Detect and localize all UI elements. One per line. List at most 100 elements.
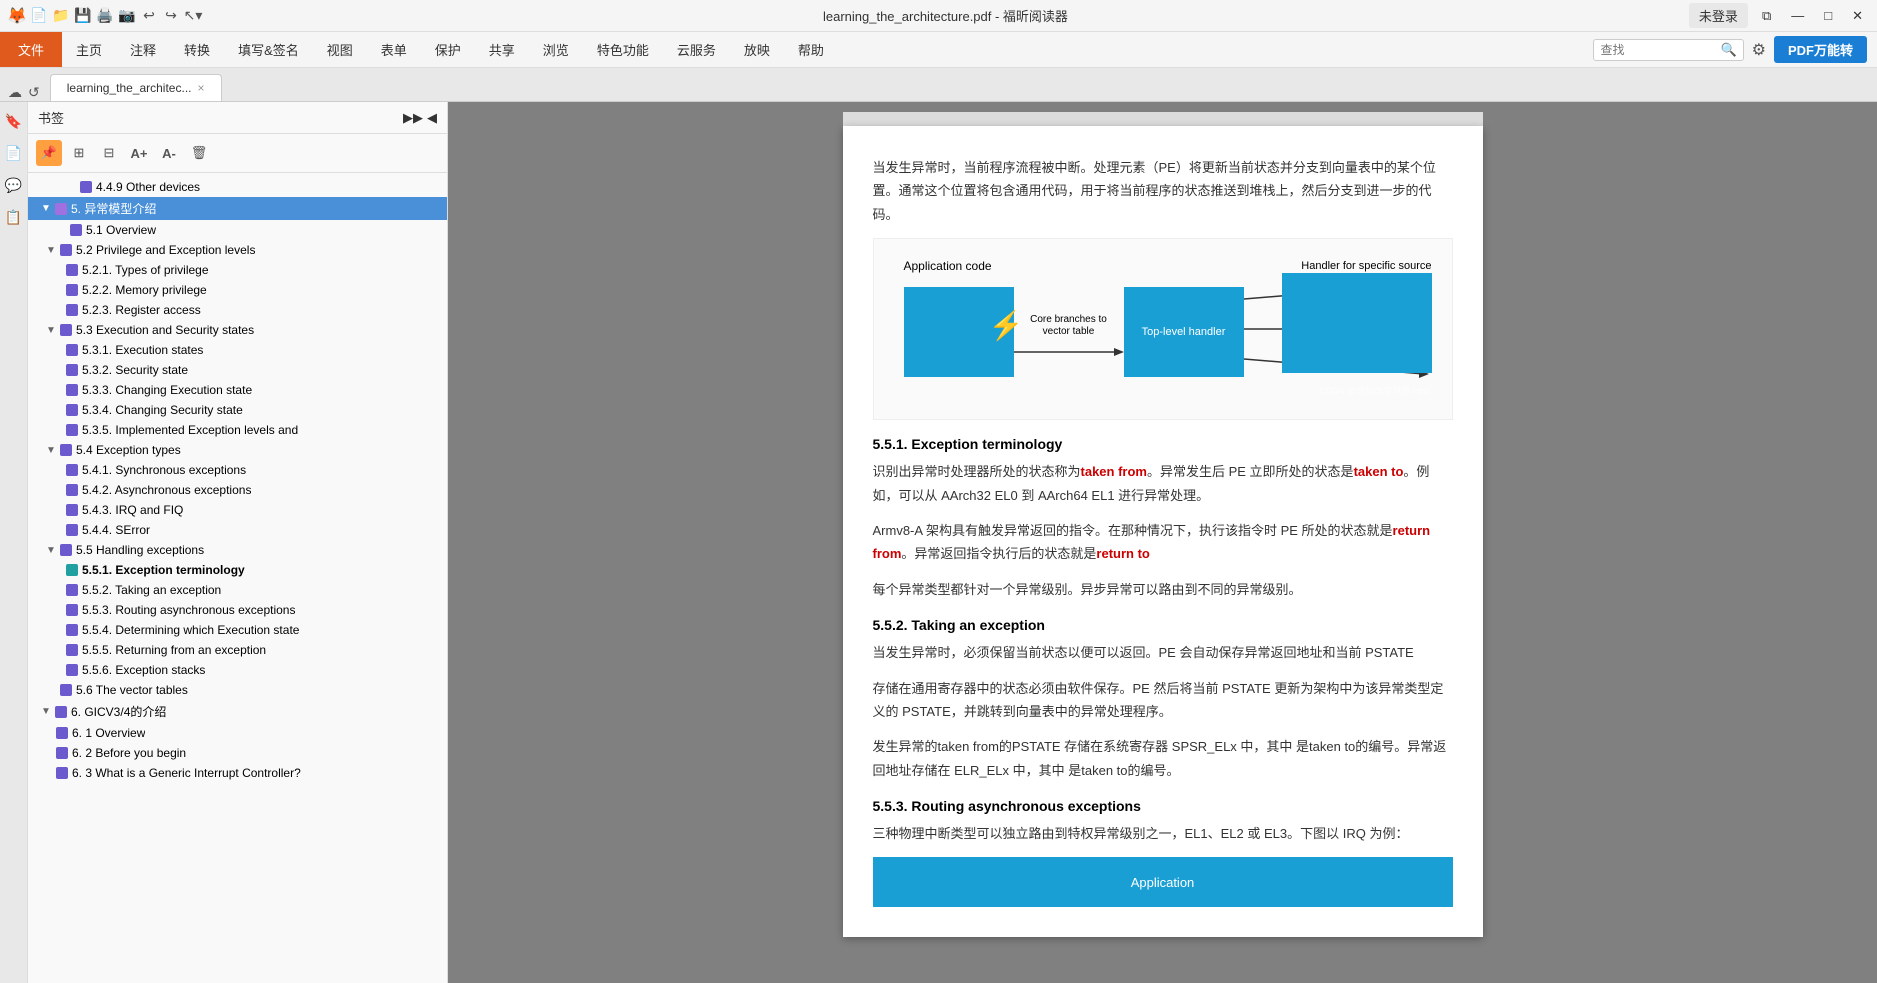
search-input[interactable] (1600, 43, 1720, 57)
app-icon: 🦊 (8, 7, 26, 25)
item-label: 5.5.6. Exception stacks (82, 663, 205, 677)
menu-protect[interactable]: 保护 (421, 32, 475, 67)
font-decrease-btn[interactable]: A- (156, 140, 182, 166)
menu-present[interactable]: 放映 (730, 32, 784, 67)
menu-convert[interactable]: 转换 (170, 32, 224, 67)
sidebar-expand-icon[interactable]: ▶▶ (403, 110, 423, 126)
item-bullet (66, 624, 78, 636)
menu-view[interactable]: 视图 (313, 32, 367, 67)
minimize-button[interactable]: — (1785, 6, 1810, 25)
tree-item-5-5-4[interactable]: 5.5.4. Determining which Execution state (28, 620, 447, 640)
tree-item-5-5[interactable]: ▼ 5.5 Handling exceptions (28, 540, 447, 560)
menu-help[interactable]: 帮助 (784, 32, 838, 67)
tree-item-5-3-4[interactable]: 5.3.4. Changing Security state (28, 400, 447, 420)
item-label: 5.3.2. Security state (82, 363, 188, 377)
pdf-convert-button[interactable]: PDF万能转 (1774, 36, 1867, 63)
tree-item-6-1[interactable]: 6. 1 Overview (28, 723, 447, 743)
para-exception-level: 每个异常类型都针对一个异常级别。异步异常可以路由到不同的异常级别。 (873, 578, 1453, 601)
expand-tool-btn[interactable]: ⊞ (66, 140, 92, 166)
menu-file[interactable]: 文件 (0, 32, 62, 67)
document-tab[interactable]: learning_the_architec... × (50, 74, 222, 101)
tree-item-5-4-1[interactable]: 5.4.1. Synchronous exceptions (28, 460, 447, 480)
sidebar-collapse-icon[interactable]: ◀ (427, 110, 437, 126)
tree-item-5[interactable]: ▼ 5. 异常模型介绍 (28, 197, 447, 220)
close-button[interactable]: ✕ (1846, 6, 1869, 26)
tree-item-5-5-1[interactable]: 5.5.1. Exception terminology (28, 560, 447, 580)
tree-item-6-2[interactable]: 6. 2 Before you begin (28, 743, 447, 763)
undo-icon[interactable]: ↩ (140, 7, 158, 25)
routing-diagram-stub: Application (873, 857, 1453, 907)
layer-icon-btn[interactable]: 📋 (3, 206, 25, 228)
tree-view[interactable]: 4.4.9 Other devices ▼ 5. 异常模型介绍 5.1 Over… (28, 173, 447, 983)
save-icon[interactable]: 💾 (74, 7, 92, 25)
title-bar-left-icons: 🦊 📄 📁 💾 🖨️ 📷 ↩ ↪ ↖▾ (8, 7, 202, 25)
tree-item-5-2-2[interactable]: 5.2.2. Memory privilege (28, 280, 447, 300)
menu-cloud[interactable]: 云服务 (663, 32, 730, 67)
menu-home[interactable]: 主页 (62, 32, 116, 67)
tree-item-5-4-4[interactable]: 5.4.4. SError (28, 520, 447, 540)
tab-label: learning_the_architec... (67, 81, 192, 95)
maximize-button[interactable]: □ (1818, 6, 1838, 25)
font-increase-btn[interactable]: A+ (126, 140, 152, 166)
tree-item-5-3-2[interactable]: 5.3.2. Security state (28, 360, 447, 380)
page-thumb-icon-btn[interactable]: 📄 (3, 142, 25, 164)
tree-item-5-2-1[interactable]: 5.2.1. Types of privilege (28, 260, 447, 280)
sidebar-header: 书签 ▶▶ ◀ (28, 102, 447, 134)
tree-item-5-4-3[interactable]: 5.4.3. IRQ and FIQ (28, 500, 447, 520)
item-bullet (66, 464, 78, 476)
login-button[interactable]: 未登录 (1689, 3, 1748, 28)
bookmark-tool-btn[interactable]: 📌 (36, 140, 62, 166)
tree-item-5-2-3[interactable]: 5.2.3. Register access (28, 300, 447, 320)
menu-share[interactable]: 共享 (475, 32, 529, 67)
tree-item-4-4-9[interactable]: 4.4.9 Other devices (28, 177, 447, 197)
delete-bookmark-btn[interactable]: 🗑 (186, 140, 212, 166)
print-icon[interactable]: 🖨️ (96, 7, 114, 25)
item-label: 5.1 Overview (86, 223, 156, 237)
redo-icon[interactable]: ↪ (162, 7, 180, 25)
collapse-tool-btn[interactable]: ⊟ (96, 140, 122, 166)
cursor-icon[interactable]: ↖▾ (184, 7, 202, 25)
menu-right: 🔍 ⚙ PDF万能转 (1593, 36, 1877, 63)
open-icon[interactable]: 📁 (52, 7, 70, 25)
menu-fill-sign[interactable]: 填写&签名 (224, 32, 313, 67)
tree-item-5-4-2[interactable]: 5.4.2. Asynchronous exceptions (28, 480, 447, 500)
main-layout: 🔖 📄 💬 📋 书签 ▶▶ ◀ 📌 ⊞ ⊟ A+ A- 🗑 (0, 102, 1877, 983)
tree-item-5-5-3[interactable]: 5.5.3. Routing asynchronous exceptions (28, 600, 447, 620)
para-taken-from: 识别出异常时处理器所处的状态称为taken from。异常发生后 PE 立即所处… (873, 460, 1453, 507)
menu-features[interactable]: 特色功能 (583, 32, 663, 67)
tree-item-5-3-1[interactable]: 5.3.1. Execution states (28, 340, 447, 360)
tree-item-5-3-5[interactable]: 5.3.5. Implemented Exception levels and (28, 420, 447, 440)
arrow-icon: ▼ (46, 245, 60, 256)
item-bullet (66, 264, 78, 276)
tree-item-5-5-5[interactable]: 5.5.5. Returning from an exception (28, 640, 447, 660)
menu-items: 主页 注释 转换 填写&签名 视图 表单 保护 共享 浏览 特色功能 云服务 放… (62, 32, 838, 67)
restore-button[interactable]: ⧉ (1756, 6, 1777, 26)
menu-browse[interactable]: 浏览 (529, 32, 583, 67)
tree-item-6[interactable]: ▼ 6. GICV3/4的介绍 (28, 700, 447, 723)
scan-icon[interactable]: 📷 (118, 7, 136, 25)
tree-item-5-3[interactable]: ▼ 5.3 Execution and Security states (28, 320, 447, 340)
new-icon[interactable]: 📄 (30, 7, 48, 25)
sidebar-icons: 🔖 📄 💬 📋 (0, 102, 28, 983)
diagram-container: Application code Handler for specific so… (873, 238, 1453, 420)
menu-annotate[interactable]: 注释 (116, 32, 170, 67)
tree-item-5-5-6[interactable]: 5.5.6. Exception stacks (28, 660, 447, 680)
tree-item-5-6[interactable]: 5.6 The vector tables (28, 680, 447, 700)
arrow-icon: ▼ (41, 203, 55, 214)
comment-icon-btn[interactable]: 💬 (3, 174, 25, 196)
tab-close-button[interactable]: × (197, 81, 204, 95)
menu-form[interactable]: 表单 (367, 32, 421, 67)
tree-item-5-5-2[interactable]: 5.5.2. Taking an exception (28, 580, 447, 600)
tree-item-5-2[interactable]: ▼ 5.2 Privilege and Exception levels (28, 240, 447, 260)
content-area[interactable]: 当发生异常时，当前程序流程被中断。处理元素（PE）将更新当前状态并分支到向量表中… (448, 102, 1877, 983)
tree-item-5-1[interactable]: 5.1 Overview (28, 220, 447, 240)
item-bullet (56, 727, 68, 739)
search-box[interactable]: 🔍 (1593, 39, 1743, 61)
search-icon[interactable]: 🔍 (1720, 42, 1736, 58)
bookmark-icon-btn[interactable]: 🔖 (3, 110, 25, 132)
tree-item-6-3[interactable]: 6. 3 What is a Generic Interrupt Control… (28, 763, 447, 783)
refresh-icon[interactable]: ↺ (28, 84, 40, 101)
tree-item-5-3-3[interactable]: 5.3.3. Changing Execution state (28, 380, 447, 400)
tree-item-5-4[interactable]: ▼ 5.4 Exception types (28, 440, 447, 460)
settings-icon[interactable]: ⚙ (1752, 40, 1766, 60)
